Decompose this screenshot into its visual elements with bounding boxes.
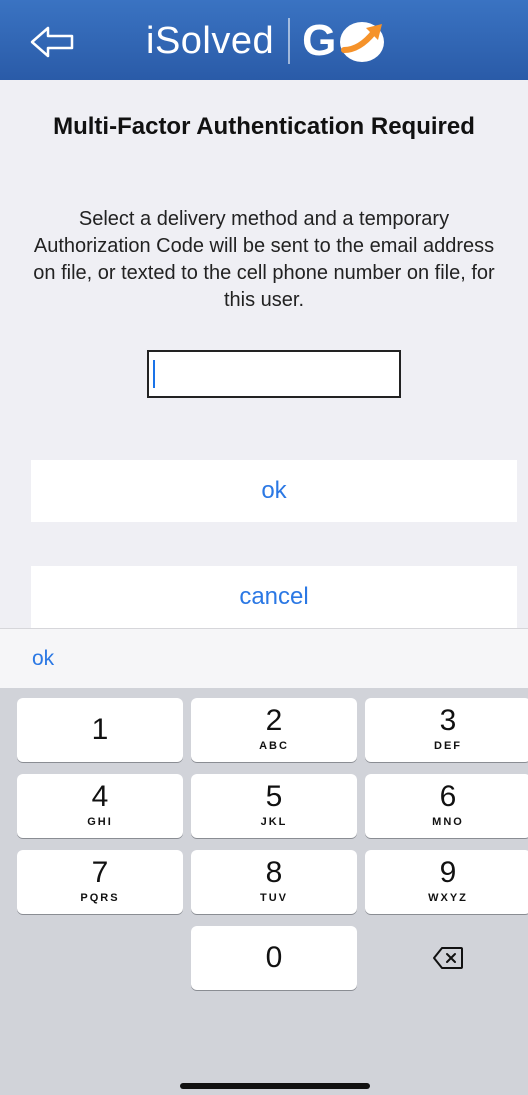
key-digit: 9: [439, 856, 457, 889]
key-2[interactable]: 2 ABC: [191, 698, 357, 762]
delete-key[interactable]: [365, 926, 528, 990]
key-digit: 1: [91, 713, 109, 746]
key-digit: 0: [265, 941, 283, 974]
key-letters: DEF: [434, 740, 462, 752]
home-indicator[interactable]: [180, 1083, 370, 1089]
key-8[interactable]: 8 TUV: [191, 850, 357, 914]
page-title: Multi-Factor Authentication Required: [53, 113, 475, 140]
go-logo-mark-icon: [340, 22, 385, 62]
key-letters: PQRS: [80, 892, 120, 904]
key-5[interactable]: 5 JKL: [191, 774, 357, 838]
keyboard-accessory-bar: ok: [0, 628, 528, 688]
brand-divider: [288, 18, 291, 64]
key-digit: 6: [439, 780, 457, 813]
text-caret: [153, 360, 155, 388]
key-7[interactable]: 7 PQRS: [17, 850, 183, 914]
key-letters: ABC: [259, 740, 289, 752]
accessory-ok-button[interactable]: ok: [32, 647, 54, 671]
key-4[interactable]: 4 GHI: [17, 774, 183, 838]
key-1[interactable]: 1: [17, 698, 183, 762]
brand-logo: iSolved G: [146, 14, 392, 68]
numeric-keypad: 1 2 ABC 3 DEF 4 GHI 5 JKL 6 MNO 7 PQRS 8…: [0, 688, 528, 1095]
key-digit: 5: [265, 780, 283, 813]
back-arrow-icon: [30, 26, 74, 58]
key-letters: MNO: [432, 816, 464, 828]
backspace-icon: [433, 947, 463, 969]
ok-button[interactable]: ok: [31, 460, 517, 522]
key-digit: 4: [91, 780, 109, 813]
back-button[interactable]: [28, 22, 78, 62]
app-header: iSolved G: [0, 0, 528, 80]
key-3[interactable]: 3 DEF: [365, 698, 528, 762]
key-6[interactable]: 6 MNO: [365, 774, 528, 838]
authorization-code-input[interactable]: [147, 350, 401, 398]
instructions-text: Select a delivery method and a temporary…: [33, 208, 495, 311]
brand-name: iSolved: [146, 19, 275, 62]
go-logo: G: [302, 16, 392, 66]
go-logo-letter: G: [302, 16, 337, 65]
key-letters: WXYZ: [428, 892, 468, 904]
key-letters: TUV: [260, 892, 288, 904]
key-letters: JKL: [260, 816, 288, 828]
key-letters: GHI: [87, 816, 113, 828]
key-0[interactable]: 0: [191, 926, 357, 990]
key-digit: 3: [439, 704, 457, 737]
mfa-panel: Multi-Factor Authentication Required Sel…: [0, 80, 528, 628]
key-digit: 2: [265, 704, 283, 737]
cancel-button[interactable]: cancel: [31, 566, 517, 628]
key-digit: 7: [91, 856, 109, 889]
key-digit: 8: [265, 856, 283, 889]
key-9[interactable]: 9 WXYZ: [365, 850, 528, 914]
